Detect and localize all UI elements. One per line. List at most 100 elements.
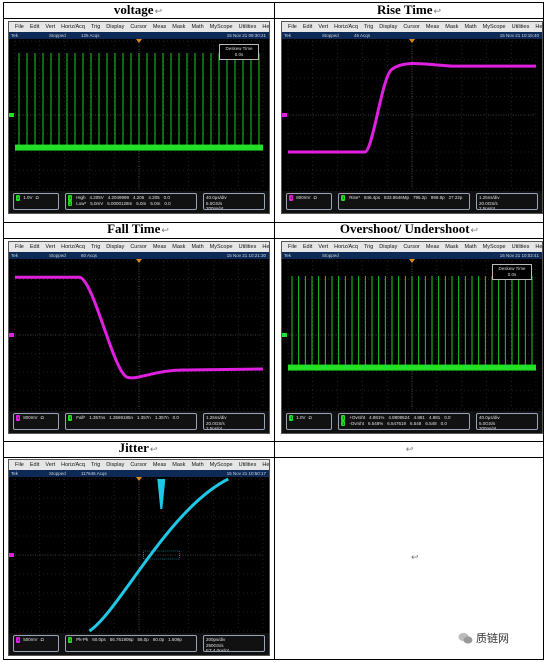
menu-item[interactable]: Trig — [91, 460, 100, 470]
menu-item[interactable]: MyScope — [483, 242, 506, 252]
menu-item[interactable]: Cursor — [403, 22, 420, 32]
menu-item[interactable]: Cursor — [130, 22, 147, 32]
menu-item[interactable]: Utilities — [239, 460, 257, 470]
trigger-position-marker — [136, 39, 142, 43]
menu-item[interactable]: Vert — [318, 22, 328, 32]
menu-item[interactable]: Vert — [45, 242, 55, 252]
menu-item[interactable]: Help — [535, 22, 542, 32]
menu-item[interactable]: Math — [191, 242, 203, 252]
measurement-box[interactable]: 1 Rise* 846.4ps 833.9646Mp 795.2p 899.9p 27.22… — [338, 193, 470, 210]
menu-item[interactable]: Meas — [426, 22, 439, 32]
menu-item[interactable]: Utilities — [239, 22, 257, 32]
measurement-box[interactable]: 1 Fall* 1.357ns 1.3569185n 1.357n 1.357n 0.0 — [65, 413, 197, 430]
menu-item[interactable]: File — [288, 22, 297, 32]
status-bar: Tek Stopped 15 Nov 21 10:02:41 — [282, 252, 542, 259]
trigger-position-marker — [136, 477, 142, 481]
menu-item[interactable]: Cursor — [130, 460, 147, 470]
menu-item[interactable]: Edit — [303, 22, 312, 32]
menu-item[interactable]: Mask — [172, 460, 185, 470]
menu-item[interactable]: Mask — [172, 242, 185, 252]
channel-scale-box[interactable]: 1 1.0V Ω — [286, 413, 332, 430]
scope-screenshot-voltage: File Edit Vert Horiz/Acq Trig Display Cursor Me… — [8, 21, 270, 214]
measurement-min: 795.2p — [413, 195, 427, 200]
channel-scale-box[interactable]: 1 800mV Ω — [286, 193, 332, 210]
menu-item[interactable]: Trig — [91, 22, 100, 32]
menu-item[interactable]: Horiz/Acq — [334, 22, 358, 32]
menu-item[interactable]: Horiz/Acq — [61, 22, 85, 32]
measurement-name: High — [76, 195, 86, 200]
timebase-box[interactable]: 40.0μs/div5.0GS/s200ps/pt1.68V — [203, 193, 265, 210]
menu-item[interactable]: Help — [535, 242, 542, 252]
menu-item[interactable]: MyScope — [210, 242, 233, 252]
measurement-mean: 833.9646Mp — [384, 195, 410, 200]
menu-item[interactable]: File — [15, 22, 24, 32]
menu-item[interactable]: Mask — [172, 22, 185, 32]
measurement-mean: 56.761906p — [109, 637, 134, 642]
menu-item[interactable]: Display — [379, 22, 397, 32]
status-acq: 45 Acqs — [354, 33, 371, 38]
menu-item[interactable]: Horiz/Acq — [61, 242, 85, 252]
measurement-mean: 4.8809524 — [388, 415, 410, 420]
menu-item[interactable]: Edit — [30, 460, 39, 470]
menu-item[interactable]: Trig — [91, 242, 100, 252]
menu-item[interactable]: Trig — [364, 22, 373, 32]
channel-impedance: Ω — [308, 415, 312, 420]
timebase-box[interactable]: 200ps/div250GS/sET 4.0ps/pt2.24V — [203, 635, 265, 652]
menu-item[interactable]: Display — [106, 460, 124, 470]
menu-item[interactable]: File — [288, 242, 297, 252]
menu-item[interactable]: Horiz/Acq — [61, 460, 85, 470]
status-mid: Stopped — [322, 253, 339, 258]
measurement-box[interactable]: 1 Pk-Pk 60.0ps 56.761906p 56.0p 60.0p 1.609p — [65, 635, 197, 652]
status-mid: Stopped — [49, 33, 66, 38]
menu-item[interactable]: Vert — [45, 460, 55, 470]
menu-item[interactable]: Vert — [45, 22, 55, 32]
menu-item[interactable]: Meas — [426, 242, 439, 252]
menu-item[interactable]: File — [15, 460, 24, 470]
scope-screenshot-rise-time: File Edit Vert Horiz/Acq Trig Display Cursor Me… — [281, 21, 543, 214]
timebase-box[interactable]: 1.25ns/div20.0GS/s2.5ps/pt1.88V — [476, 193, 538, 210]
menu-item[interactable]: Math — [464, 22, 476, 32]
menu-item[interactable]: Meas — [153, 460, 166, 470]
menu-item[interactable]: Meas — [153, 22, 166, 32]
menu-item[interactable]: Help — [262, 460, 269, 470]
menu-item[interactable]: Display — [106, 242, 124, 252]
trigger-position-marker — [409, 259, 415, 263]
menu-item[interactable]: Vert — [318, 242, 328, 252]
measurement-max: 60.0p — [152, 637, 165, 642]
channel-scale-box[interactable]: 1 1.0V Ω — [13, 193, 59, 210]
channel-scale-box[interactable]: 1 800mV Ω — [13, 413, 59, 430]
channel-scale-box[interactable]: 1 500mV Ω — [13, 635, 59, 652]
menu-item[interactable]: Help — [262, 242, 269, 252]
menu-item[interactable]: Edit — [303, 242, 312, 252]
menu-item[interactable]: Math — [191, 460, 203, 470]
menu-item[interactable]: Edit — [30, 242, 39, 252]
measurement-box[interactable]: 1 High 4.205V 4.2049999 4.205 4.205 0.0 1 Low* 5.… — [65, 193, 197, 210]
menu-item[interactable]: Trig — [364, 242, 373, 252]
menu-item[interactable]: Edit — [30, 22, 39, 32]
menu-item[interactable]: Utilities — [512, 242, 530, 252]
menu-item[interactable]: Cursor — [130, 242, 147, 252]
menu-item[interactable]: MyScope — [483, 22, 506, 32]
timebase-box[interactable]: 1.25ns/div20.0GS/s2.5ps/pt1.90V — [203, 413, 265, 430]
menu-item[interactable]: Meas — [153, 242, 166, 252]
menu-item[interactable]: Display — [106, 22, 124, 32]
menu-item[interactable]: MyScope — [210, 460, 233, 470]
menu-item[interactable]: Mask — [445, 242, 458, 252]
menu-item[interactable]: Math — [191, 22, 203, 32]
menu-item[interactable]: File — [15, 242, 24, 252]
menu-item[interactable]: Utilities — [512, 22, 530, 32]
menu-bar: File Edit Vert Horiz/Acq Trig Display Cursor Me… — [9, 460, 269, 470]
menu-item[interactable]: Help — [262, 22, 269, 32]
measurement-box[interactable]: 1 +Ovrsht 4.881% 4.8809524 4.881 4.881 0.0 1 -Ov… — [338, 413, 470, 430]
channel-ground-marker — [9, 553, 14, 557]
menu-item[interactable]: Math — [464, 242, 476, 252]
menu-item[interactable]: Cursor — [403, 242, 420, 252]
caption-voltage: voltage↩ — [113, 2, 163, 17]
menu-item[interactable]: Horiz/Acq — [334, 242, 358, 252]
menu-item[interactable]: Utilities — [239, 242, 257, 252]
graticule — [287, 39, 537, 190]
menu-item[interactable]: Mask — [445, 22, 458, 32]
timebase-box[interactable]: 40.0μs/div5.0GS/s200ps/pt1.68V — [476, 413, 538, 430]
menu-item[interactable]: MyScope — [210, 22, 233, 32]
menu-item[interactable]: Display — [379, 242, 397, 252]
